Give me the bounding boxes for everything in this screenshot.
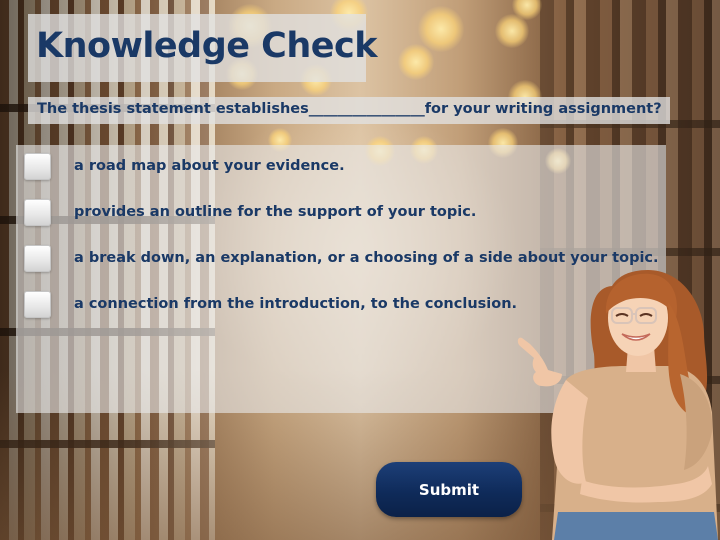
answer-text[interactable]: provides an outline for the support of y… [74, 204, 476, 220]
answer-checkbox[interactable] [24, 245, 51, 272]
answer-text[interactable]: a connection from the introduction, to t… [74, 296, 517, 312]
question-text: The thesis statement establishes________… [37, 101, 662, 117]
answer-checkbox[interactable] [24, 153, 51, 180]
answer-option[interactable]: a road map about your evidence. [22, 153, 352, 185]
title-panel: Knowledge Check [28, 14, 378, 82]
answer-option[interactable]: provides an outline for the support of y… [22, 199, 476, 231]
answer-text[interactable]: a road map about your evidence. [74, 158, 345, 174]
answer-checkbox[interactable] [24, 291, 51, 318]
answer-checkbox[interactable] [24, 199, 51, 226]
page-title: Knowledge Check [36, 26, 378, 66]
bokeh-light [418, 6, 464, 52]
submit-button[interactable]: Submit [376, 462, 522, 517]
question-panel: The thesis statement establishes________… [28, 97, 670, 124]
answer-option[interactable]: a connection from the introduction, to t… [22, 291, 517, 323]
bokeh-light [398, 44, 434, 80]
presenter-image [517, 270, 718, 540]
